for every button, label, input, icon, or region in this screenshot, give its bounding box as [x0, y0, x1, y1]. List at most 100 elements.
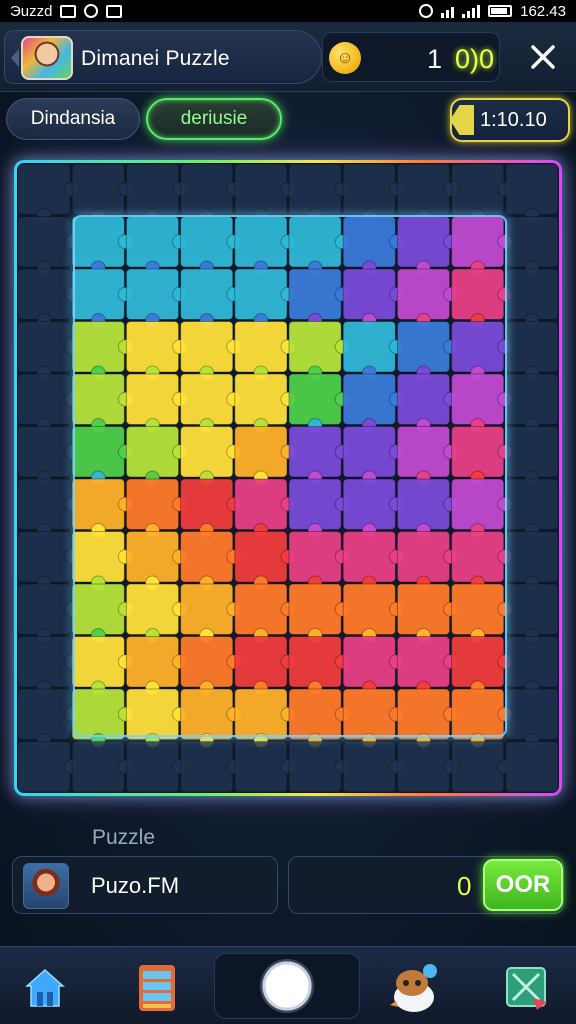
puzzle-piece[interactable] — [451, 636, 505, 688]
puzzle-piece[interactable] — [71, 636, 125, 688]
puzzle-piece[interactable] — [180, 216, 234, 268]
puzzle-piece[interactable] — [180, 478, 234, 530]
puzzle-piece[interactable] — [396, 531, 451, 583]
puzzle-piece[interactable] — [71, 373, 125, 425]
tab-primary[interactable]: Dindansia — [6, 98, 140, 140]
puzzle-piece[interactable] — [71, 478, 125, 530]
puzzle-piece[interactable] — [125, 688, 180, 740]
puzzle-piece[interactable] — [17, 741, 71, 793]
puzzle-piece[interactable] — [71, 216, 125, 268]
puzzle-piece[interactable] — [180, 268, 234, 320]
puzzle-piece[interactable] — [451, 163, 505, 215]
puzzle-piece[interactable] — [234, 373, 288, 425]
puzzle-piece[interactable] — [342, 216, 396, 268]
puzzle-board[interactable] — [14, 160, 562, 796]
puzzle-piece[interactable] — [17, 636, 71, 688]
puzzle-piece[interactable] — [180, 688, 234, 740]
puzzle-piece[interactable] — [180, 531, 234, 583]
puzzle-piece[interactable] — [71, 321, 125, 373]
puzzle-piece[interactable] — [288, 741, 342, 793]
puzzle-piece[interactable] — [180, 426, 234, 478]
puzzle-piece[interactable] — [505, 426, 559, 478]
nav-list[interactable] — [130, 961, 184, 1015]
puzzle-piece[interactable] — [505, 531, 559, 583]
puzzle-piece[interactable] — [234, 636, 288, 688]
puzzle-piece[interactable] — [17, 268, 71, 320]
puzzle-piece[interactable] — [234, 216, 288, 268]
puzzle-piece[interactable] — [17, 531, 71, 583]
puzzle-piece[interactable] — [451, 373, 505, 425]
puzzle-piece[interactable] — [396, 583, 451, 635]
puzzle-piece[interactable] — [342, 583, 396, 635]
puzzle-piece[interactable] — [396, 688, 451, 740]
puzzle-piece[interactable] — [288, 531, 342, 583]
puzzle-piece[interactable] — [180, 741, 234, 793]
puzzle-piece[interactable] — [234, 741, 288, 793]
puzzle-piece[interactable] — [125, 321, 180, 373]
puzzle-piece[interactable] — [505, 636, 559, 688]
puzzle-piece[interactable] — [342, 426, 396, 478]
puzzle-piece[interactable] — [342, 373, 396, 425]
puzzle-piece[interactable] — [234, 478, 288, 530]
puzzle-piece[interactable] — [342, 478, 396, 530]
puzzle-piece[interactable] — [451, 321, 505, 373]
puzzle-piece[interactable] — [125, 268, 180, 320]
puzzle-piece[interactable] — [396, 426, 451, 478]
puzzle-piece[interactable] — [17, 373, 71, 425]
puzzle-piece[interactable] — [451, 268, 505, 320]
puzzle-piece[interactable] — [396, 636, 451, 688]
puzzle-piece[interactable] — [288, 216, 342, 268]
puzzle-piece[interactable] — [451, 216, 505, 268]
puzzle-piece[interactable] — [505, 688, 559, 740]
puzzle-piece[interactable] — [396, 741, 451, 793]
puzzle-piece[interactable] — [125, 478, 180, 530]
puzzle-piece[interactable] — [288, 268, 342, 320]
puzzle-piece[interactable] — [234, 688, 288, 740]
puzzle-piece[interactable] — [451, 478, 505, 530]
puzzle-piece[interactable] — [125, 426, 180, 478]
puzzle-piece[interactable] — [234, 426, 288, 478]
puzzle-piece[interactable] — [288, 636, 342, 688]
puzzle-piece[interactable] — [505, 478, 559, 530]
puzzle-piece[interactable] — [396, 216, 451, 268]
puzzle-piece[interactable] — [234, 321, 288, 373]
nav-share[interactable] — [500, 961, 554, 1015]
puzzle-piece[interactable] — [17, 321, 71, 373]
puzzle-pieces[interactable] — [17, 163, 559, 793]
ok-button[interactable]: OOR — [483, 859, 563, 911]
puzzle-piece[interactable] — [342, 268, 396, 320]
puzzle-piece[interactable] — [451, 583, 505, 635]
puzzle-piece[interactable] — [71, 688, 125, 740]
puzzle-piece[interactable] — [17, 583, 71, 635]
puzzle-piece[interactable] — [71, 163, 125, 215]
puzzle-piece[interactable] — [505, 268, 559, 320]
puzzle-piece[interactable] — [17, 163, 71, 215]
puzzle-piece[interactable] — [125, 216, 180, 268]
puzzle-piece[interactable] — [451, 688, 505, 740]
close-button[interactable] — [520, 34, 566, 80]
puzzle-piece[interactable] — [451, 426, 505, 478]
puzzle-piece[interactable] — [451, 531, 505, 583]
puzzle-piece[interactable] — [17, 216, 71, 268]
puzzle-piece[interactable] — [288, 321, 342, 373]
puzzle-piece[interactable] — [505, 163, 559, 215]
puzzle-piece[interactable] — [342, 741, 396, 793]
puzzle-piece[interactable] — [125, 583, 180, 635]
puzzle-piece[interactable] — [125, 636, 180, 688]
puzzle-piece[interactable] — [180, 163, 234, 215]
puzzle-piece[interactable] — [288, 373, 342, 425]
puzzle-piece[interactable] — [71, 531, 125, 583]
puzzle-piece[interactable] — [288, 478, 342, 530]
back-arrow-icon[interactable] — [11, 49, 19, 67]
puzzle-piece[interactable] — [125, 741, 180, 793]
puzzle-piece[interactable] — [17, 426, 71, 478]
puzzle-piece[interactable] — [505, 583, 559, 635]
puzzle-piece[interactable] — [180, 636, 234, 688]
title-pill[interactable]: Dimanei Puzzle — [4, 30, 322, 84]
puzzle-piece[interactable] — [396, 163, 451, 215]
puzzle-piece[interactable] — [396, 478, 451, 530]
puzzle-piece[interactable] — [342, 688, 396, 740]
puzzle-piece[interactable] — [125, 531, 180, 583]
nav-center[interactable] — [214, 953, 360, 1019]
puzzle-piece[interactable] — [71, 583, 125, 635]
